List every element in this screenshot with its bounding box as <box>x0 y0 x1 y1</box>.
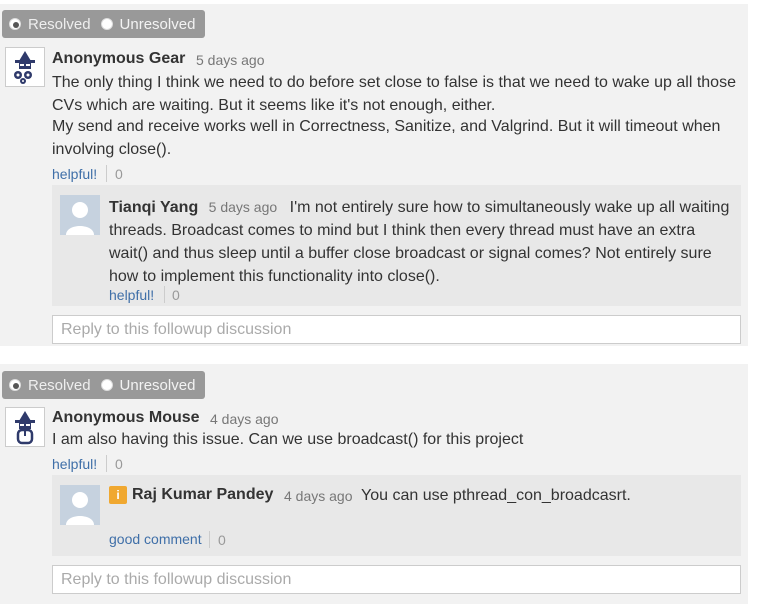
instructor-badge-icon: i <box>109 486 127 504</box>
followup-thread-1: Resolved Unresolved Anonymous Gear 5 day… <box>0 4 748 346</box>
radio-unchecked-icon[interactable] <box>100 18 113 30</box>
reply-card: Tianqi Yang 5 days ago I'm not entirely … <box>52 185 741 306</box>
helpful-button[interactable]: helpful! <box>52 166 97 182</box>
post-timestamp: 4 days ago <box>210 411 279 427</box>
divider <box>106 455 107 472</box>
person-icon <box>60 485 100 525</box>
resolved-toggle: Resolved Unresolved <box>2 10 206 38</box>
resolved-option[interactable]: Resolved <box>9 377 91 394</box>
reply-timestamp: 4 days ago <box>284 488 353 504</box>
radio-checked-icon[interactable] <box>9 18 21 30</box>
unresolved-option[interactable]: Unresolved <box>100 16 195 33</box>
reply-text: I'm not entirely sure how to simultaneou… <box>109 199 730 285</box>
person-icon <box>60 195 100 235</box>
reply-text: You can use pthread_con_broadcasrt. <box>361 487 631 504</box>
reply-author: Raj Kumar Pandey <box>132 486 274 503</box>
helpful-button[interactable]: helpful! <box>109 287 154 303</box>
reply-content: Tianqi Yang 5 days ago I'm not entirely … <box>109 196 735 288</box>
helpful-count: 0 <box>115 456 123 472</box>
radio-unchecked-icon[interactable] <box>100 379 113 391</box>
resolved-toggle: Resolved Unresolved <box>2 371 206 399</box>
post-paragraph: My send and receive works well in Correc… <box>52 118 721 158</box>
followup-thread-2: Resolved Unresolved Anonymous Mouse 4 da… <box>0 364 748 604</box>
post-paragraph: I am also having this issue. Can we use … <box>52 431 524 448</box>
helpful-count: 0 <box>115 166 123 182</box>
resolved-option[interactable]: Resolved <box>9 16 91 33</box>
helpful-count: 0 <box>172 287 180 303</box>
radio-checked-icon[interactable] <box>9 379 21 391</box>
reply-author: Tianqi Yang <box>109 199 199 216</box>
reply-timestamp: 5 days ago <box>208 199 278 215</box>
reply-input[interactable] <box>52 315 741 344</box>
divider <box>209 531 210 548</box>
reply-card: i Raj Kumar Pandey 4 days ago You can us… <box>52 475 741 556</box>
reply-input[interactable] <box>52 565 741 594</box>
good-comment-count: 0 <box>218 532 226 548</box>
divider <box>106 165 107 182</box>
good-comment-button[interactable]: good comment <box>109 531 202 547</box>
post-author: Anonymous Mouse <box>52 409 200 426</box>
unresolved-option[interactable]: Unresolved <box>100 377 195 394</box>
helpful-button[interactable]: helpful! <box>52 456 97 472</box>
anonymous-mouse-icon <box>5 407 45 447</box>
anonymous-gear-icon <box>5 47 45 87</box>
post-author: Anonymous Gear <box>52 50 186 67</box>
post-paragraph: The only thing I think we need to do bef… <box>52 74 736 114</box>
divider <box>164 286 165 303</box>
post-timestamp: 5 days ago <box>196 52 265 68</box>
